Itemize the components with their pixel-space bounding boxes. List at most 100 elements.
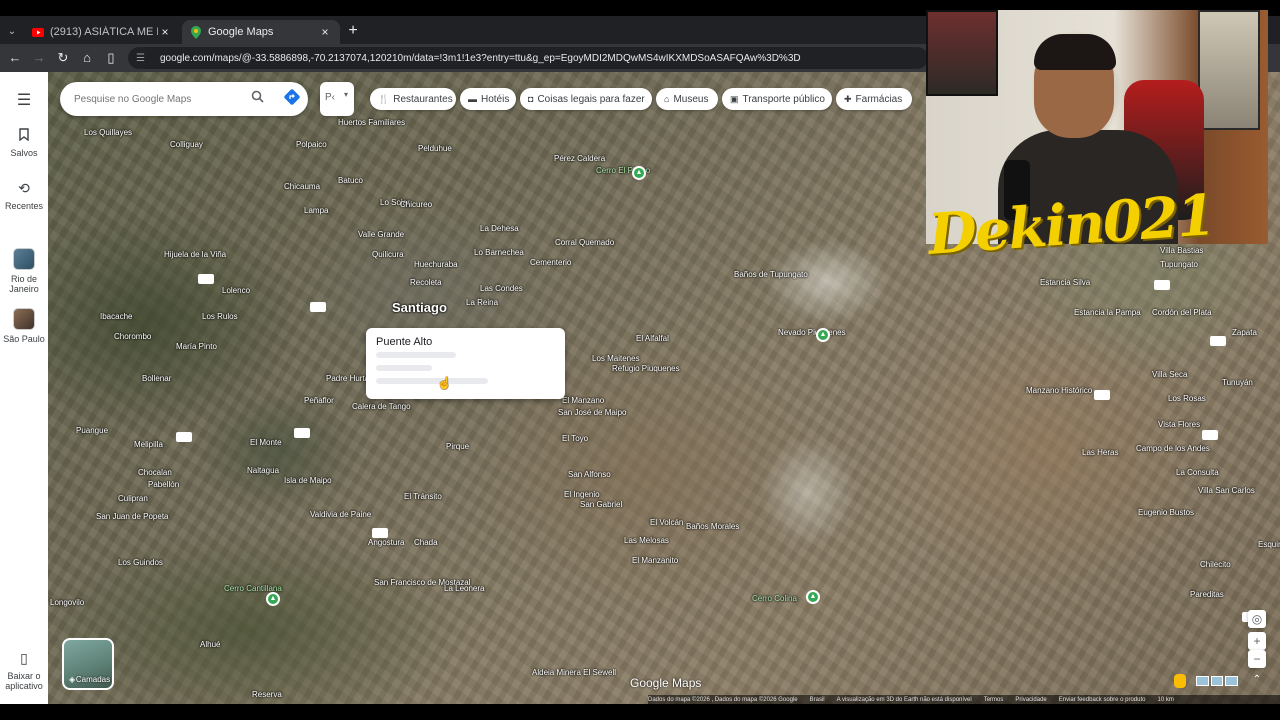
- place-label: Vista Flores: [1158, 420, 1201, 429]
- reload-icon[interactable]: ↻: [54, 49, 72, 67]
- chip-things-to-do[interactable]: ◘ Coisas legais para fazer: [520, 88, 652, 110]
- place-label: Chocalan: [138, 468, 172, 477]
- chip-restaurants[interactable]: 🍴 Restaurantes: [370, 88, 456, 110]
- directions-icon[interactable]: [282, 88, 302, 108]
- place-thumbnail: [13, 248, 35, 270]
- loading-skeleton: [376, 378, 488, 384]
- place-label: Lolenco: [222, 286, 251, 295]
- mountain-pin-icon[interactable]: ▲: [632, 166, 646, 180]
- side-panel-icon[interactable]: ▯: [102, 49, 120, 67]
- privacy-link[interactable]: Privacidade: [1015, 697, 1046, 703]
- menu-button[interactable]: ☰: [0, 90, 48, 114]
- place-label: La Reina: [466, 298, 499, 307]
- place-label: San José de Maipo: [558, 408, 627, 417]
- search-input[interactable]: [74, 93, 244, 105]
- site-info-icon[interactable]: ☰: [136, 53, 148, 64]
- place-label: El Monte: [250, 438, 282, 447]
- route-shield-icon: [372, 528, 388, 538]
- home-icon[interactable]: ⌂: [78, 49, 96, 67]
- search-icon[interactable]: [248, 90, 266, 108]
- chip-museums[interactable]: ⌂ Museus: [656, 88, 718, 110]
- person-hair: [1034, 34, 1116, 70]
- place-label: Lampa: [304, 206, 329, 215]
- chip-label: Restaurantes: [393, 93, 453, 105]
- layers-label: Camadas: [75, 675, 111, 684]
- place-label: María Pinto: [176, 342, 217, 351]
- new-tab-icon[interactable]: +: [344, 22, 362, 40]
- place-label: Alhué: [200, 640, 221, 649]
- zoom-in-button[interactable]: +: [1248, 632, 1266, 650]
- sidebar-item-saved[interactable]: Salvos: [0, 128, 48, 158]
- place-label: Los Rosas: [1168, 394, 1206, 403]
- wall-poster: [926, 10, 998, 96]
- mountain-pin-icon[interactable]: ▲: [816, 328, 830, 342]
- mountain-pin-icon[interactable]: ▲: [266, 592, 280, 606]
- chip-label: Coisas legais para fazer: [537, 93, 645, 105]
- feedback-link[interactable]: Enviar feedback sobre o produto: [1059, 697, 1146, 703]
- chip-pharmacies[interactable]: ✚ Farmácias: [836, 88, 912, 110]
- place-label: Valle Grande: [358, 230, 405, 239]
- tab-google-maps[interactable]: Google Maps ×: [182, 20, 340, 44]
- scale-label[interactable]: 10 km: [1157, 697, 1173, 703]
- attribution-bar: Dados do mapa ©2026 , Dados do mapa ©202…: [648, 695, 1280, 704]
- place-hover-card[interactable]: Puente Alto: [366, 328, 565, 399]
- forward-icon[interactable]: →: [30, 49, 48, 67]
- place-label: Eugenio Bustos: [1138, 508, 1195, 517]
- place-label: El Toyo: [562, 434, 589, 443]
- place-label: Pabellón: [148, 480, 180, 489]
- mountain-pin-icon[interactable]: ▲: [806, 590, 820, 604]
- place-label: Recoleta: [410, 278, 442, 287]
- address-bar[interactable]: ☰ google.com/maps/@-33.5886898,-70.21370…: [128, 47, 928, 69]
- chip-label: Hotéis: [481, 93, 510, 105]
- place-label: Campo de los Andes: [1136, 444, 1210, 453]
- expand-up-icon[interactable]: ⌃: [1250, 674, 1264, 688]
- sidebar-item-recent[interactable]: ⟲ Recentes: [0, 180, 48, 211]
- place-label: Los Guindos: [118, 558, 163, 567]
- sidebar-item-rio[interactable]: Rio de Janeiro: [0, 248, 48, 294]
- place-label: Manzano Histórico: [1026, 386, 1093, 395]
- place-label: Las Heras: [1082, 448, 1119, 457]
- close-tab-icon[interactable]: ×: [318, 25, 332, 39]
- tab-title: Google Maps: [208, 26, 274, 38]
- maps-sidebar: ☰ Salvos ⟲ Recentes Rio de Janeiro São P…: [0, 72, 48, 704]
- region-link[interactable]: Brasil: [810, 697, 825, 703]
- tab-search-icon[interactable]: ⌄: [4, 24, 20, 40]
- chip-label: Farmácias: [855, 93, 903, 105]
- history-icon: ⟲: [18, 180, 30, 196]
- download-app-button[interactable]: ▯ Baixar o aplicativo: [0, 650, 48, 691]
- close-tab-icon[interactable]: ×: [158, 25, 172, 39]
- my-location-icon[interactable]: ◎: [1248, 610, 1266, 628]
- place-label: Tupungato: [1160, 260, 1198, 269]
- tab-youtube[interactable]: (2913) ASIÁTICA ME LEVOU AO ×: [24, 20, 180, 44]
- place-title: Puente Alto: [376, 336, 433, 348]
- terms-link[interactable]: Termos: [984, 697, 1004, 703]
- place-label: Esquina: [1258, 540, 1280, 549]
- back-icon[interactable]: ←: [6, 49, 24, 67]
- pegman-icon[interactable]: [1174, 674, 1186, 688]
- chip-hotels[interactable]: ▬ Hotéis: [460, 88, 516, 110]
- chip-transit[interactable]: ▣ Transporte público: [722, 88, 832, 110]
- hamburger-icon: ☰: [16, 92, 32, 109]
- zoom-out-button[interactable]: −: [1248, 650, 1266, 668]
- place-label: Ibacache: [100, 312, 133, 321]
- place-label: Chicauma: [284, 182, 321, 191]
- route-shield-icon: [1094, 390, 1110, 400]
- wall-poster: [1198, 10, 1260, 130]
- phone-icon: ▯: [20, 650, 28, 666]
- route-shield-icon: [198, 274, 214, 284]
- chevron-down-icon: ▾: [344, 90, 349, 99]
- sidebar-item-sao-paulo[interactable]: São Paulo: [0, 308, 48, 344]
- screen: ⌄ (2913) ASIÁTICA ME LEVOU AO × Google M…: [0, 0, 1280, 720]
- layers-button[interactable]: ◈ Camadas: [62, 638, 114, 690]
- place-label: Hijuela de la Viña: [164, 250, 227, 259]
- fork-knife-icon: 🍴: [378, 93, 390, 104]
- place-label: Melipilla: [134, 440, 163, 449]
- sidebar-item-label: Salvos: [10, 148, 38, 158]
- imagery-thumbnails[interactable]: [1196, 676, 1239, 686]
- mode-selector-button[interactable]: P‹ ▾: [320, 82, 354, 116]
- place-label: Chicureo: [400, 200, 433, 209]
- place-label: Huertos Familiares: [338, 118, 406, 127]
- place-label: Pirque: [446, 442, 470, 451]
- place-label: Chilecito: [1200, 560, 1231, 569]
- sidebar-item-label: Rio de Janeiro: [9, 274, 39, 294]
